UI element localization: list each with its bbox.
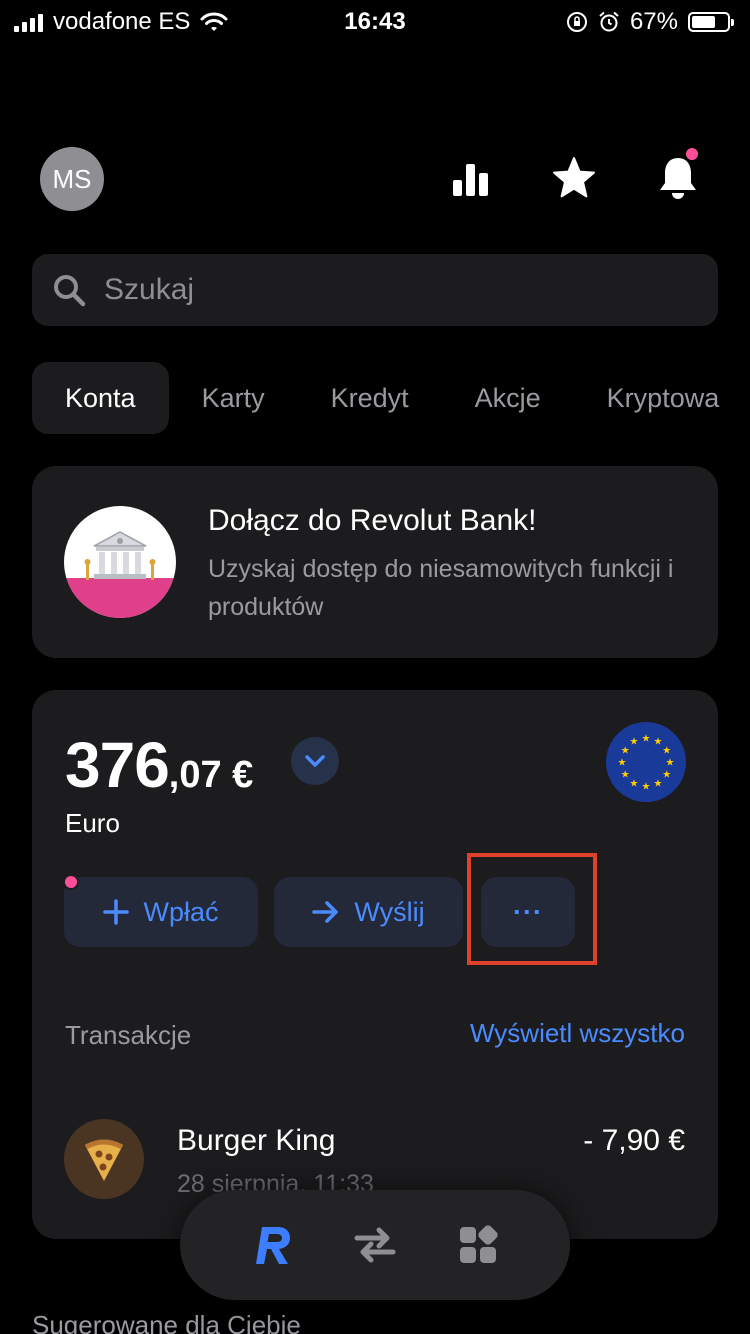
tab-akcje[interactable]: Akcje (442, 362, 574, 434)
send-button[interactable]: Wyślij (274, 877, 463, 947)
battery-icon (688, 12, 734, 32)
highlight-box (467, 853, 597, 965)
promo-subtitle: Uzyskaj dostęp do niesamowitych funkcji … (208, 555, 674, 621)
star-icon (553, 157, 595, 198)
search-icon (54, 275, 86, 307)
currency-name: Euro (65, 808, 120, 838)
account-switcher-button[interactable] (291, 737, 339, 785)
bottom-nav (180, 1190, 570, 1300)
bank-building-icon (64, 506, 176, 618)
svg-text:★: ★ (621, 770, 630, 781)
euro-account-card: 376 ,07 € ★ ★ ★ ★ ★ ★ ★ ★ ★ ★ ★ ★ Euro Wpłać Wyślij… (32, 690, 718, 1239)
svg-text:★: ★ (654, 778, 663, 789)
eu-flag-icon: ★ ★ ★ ★ ★ ★ ★ ★ ★ ★ ★ ★ (606, 722, 686, 802)
svg-text:★: ★ (618, 758, 627, 769)
category-tabs: Konta Karty Kredyt Akcje Kryptowa (32, 362, 750, 434)
send-label: Wyślij (354, 896, 425, 927)
svg-text:★: ★ (621, 746, 630, 757)
deposit-button[interactable]: Wpłać (64, 877, 258, 947)
transaction-merchant: Burger King (177, 1124, 336, 1157)
view-all-link[interactable]: Wyświetl wszystko (470, 1018, 685, 1049)
battery-percent: 67% (629, 8, 678, 35)
svg-text:★: ★ (642, 734, 651, 745)
avatar-initials: MS (52, 163, 92, 194)
svg-text:★: ★ (654, 737, 663, 748)
svg-text:★: ★ (630, 737, 639, 748)
svg-text:★: ★ (662, 770, 671, 781)
chevron-down-icon (305, 755, 325, 767)
revolut-bank-promo-card[interactable]: Dołącz do Revolut Bank! Uzyskaj dostęp d… (32, 466, 718, 658)
analytics-icon (453, 164, 488, 196)
favorites-button[interactable] (550, 154, 598, 202)
balance-decimal: ,07 € (168, 754, 254, 796)
tab-kryptowaluty[interactable]: Kryptowa (574, 362, 750, 434)
plus-icon (103, 899, 130, 925)
svg-text:★: ★ (666, 758, 675, 769)
alarm-icon (599, 11, 619, 32)
svg-text:★: ★ (662, 746, 671, 757)
revolut-logo-icon (255, 1227, 290, 1264)
transfer-icon (354, 1227, 396, 1263)
notification-dot (684, 146, 700, 162)
search-bar[interactable] (32, 254, 718, 326)
hub-icon (460, 1225, 498, 1263)
analytics-button[interactable] (447, 154, 495, 202)
orientation-lock-icon (566, 12, 587, 32)
nav-transfers[interactable] (345, 1215, 405, 1275)
search-input[interactable] (104, 273, 664, 307)
status-bar: vodafone ES 16:43 67% (0, 0, 750, 44)
tab-konta[interactable]: Konta (32, 362, 169, 434)
tab-kredyt[interactable]: Kredyt (298, 362, 442, 434)
pizza-icon (64, 1119, 144, 1199)
avatar[interactable]: MS (40, 147, 104, 211)
tab-karty[interactable]: Karty (169, 362, 298, 434)
notification-dot (63, 874, 79, 890)
notifications-button[interactable] (654, 146, 702, 202)
balance: 376 ,07 € (65, 728, 253, 802)
balance-integer: 376 (65, 729, 170, 801)
deposit-label: Wpłać (143, 896, 219, 927)
transaction-amount: - 7,90 € (583, 1124, 685, 1157)
promo-title: Dołącz do Revolut Bank! (208, 504, 537, 537)
nav-hub[interactable] (448, 1215, 508, 1275)
suggested-header: Sugerowane dla Ciebie (32, 1310, 301, 1334)
transactions-header: Transakcje (65, 1020, 192, 1050)
arrow-right-icon (312, 901, 339, 923)
svg-text:★: ★ (630, 778, 639, 789)
svg-text:★: ★ (642, 782, 651, 793)
nav-home[interactable] (242, 1215, 302, 1275)
